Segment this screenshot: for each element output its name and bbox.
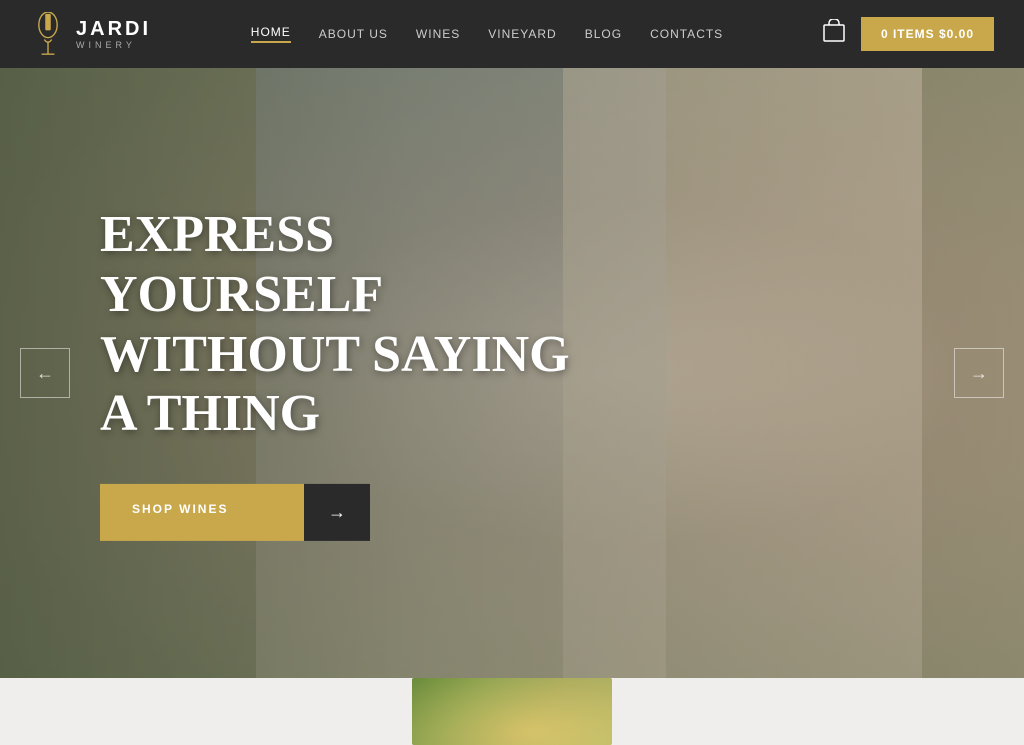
logo[interactable]: JARDI WINERY — [30, 12, 151, 56]
header: JARDI WINERY HOME ABOUT US WINES VINEYAR… — [0, 0, 1024, 68]
logo-text: JARDI WINERY — [76, 18, 151, 50]
main-nav: HOME ABOUT US WINES VINEYARD BLOG CONTAC… — [251, 25, 723, 43]
nav-about[interactable]: ABOUT US — [319, 27, 388, 41]
cart-icon[interactable] — [823, 19, 845, 49]
hero-prev-button[interactable]: ← — [20, 348, 70, 398]
nav-blog[interactable]: BLOG — [585, 27, 622, 41]
nav-vineyard[interactable]: VINEYARD — [488, 27, 556, 41]
logo-title: JARDI — [76, 18, 151, 40]
nav-home[interactable]: HOME — [251, 25, 291, 43]
header-right: 0 ITEMS $0.00 — [823, 17, 994, 51]
shop-btn-arrow-icon[interactable]: → — [304, 484, 370, 541]
shop-wines-button[interactable]: SHOP WINES → — [100, 484, 370, 541]
logo-icon — [30, 12, 66, 56]
logo-subtitle: WINERY — [76, 40, 151, 50]
hero-content: EXPRESS YOURSELF WITHOUT SAYING A THING … — [100, 205, 600, 541]
hero-headline-line2: WITHOUT SAYING — [100, 326, 570, 383]
hero-headline-line1: EXPRESS YOURSELF — [100, 206, 383, 323]
shop-btn-label[interactable]: SHOP WINES — [100, 484, 304, 541]
cart-button[interactable]: 0 ITEMS $0.00 — [861, 17, 994, 51]
hero-headline: EXPRESS YOURSELF WITHOUT SAYING A THING — [100, 205, 600, 444]
hero-next-button[interactable]: → — [954, 348, 1004, 398]
hero-section: ← → EXPRESS YOURSELF WITHOUT SAYING A TH… — [0, 68, 1024, 678]
nav-contacts[interactable]: CONTACTS — [650, 27, 723, 41]
bottom-preview-section — [0, 678, 1024, 745]
hero-headline-line3: A THING — [100, 385, 320, 442]
nav-wines[interactable]: WINES — [416, 27, 460, 41]
next-section-preview — [412, 678, 612, 745]
